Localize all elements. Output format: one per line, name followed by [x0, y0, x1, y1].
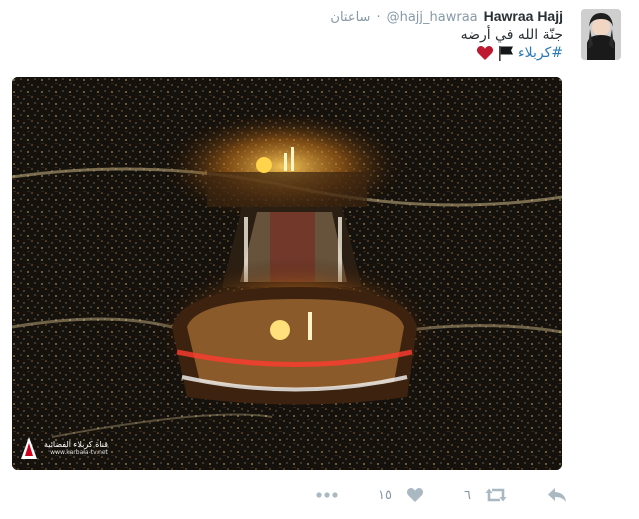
like-count: ١٥: [378, 487, 393, 503]
reply-action[interactable]: [547, 487, 567, 503]
channel-logo-icon: [21, 437, 37, 459]
tweet-media-photo[interactable]: قناة كربلاء الفضائية www.karbala-tv.net: [12, 77, 562, 470]
watermark-url: www.karbala-tv.net: [50, 449, 108, 456]
heart-icon[interactable]: [406, 487, 424, 503]
hashtag-link[interactable]: #كربلاء: [518, 45, 563, 61]
red-heart-icon: [476, 45, 494, 61]
avatar[interactable]: [581, 9, 621, 60]
tweet-text-line2: #كربلاء: [476, 45, 563, 61]
user-fullname[interactable]: Hawraa Hajj: [484, 8, 563, 24]
tweet: Hawraa Hajj @hajj_hawraa · ساعتان جنّة ا…: [0, 0, 639, 519]
tweet-timestamp[interactable]: ساعتان: [330, 10, 370, 25]
like-action[interactable]: ١٥: [378, 487, 424, 503]
watermark-title: قناة كربلاء الفضائية: [44, 440, 108, 449]
separator: ·: [376, 10, 381, 25]
tweet-header: Hawraa Hajj @hajj_hawraa · ساعتان: [330, 8, 563, 25]
retweet-action[interactable]: ٦: [464, 487, 507, 503]
media-watermark: قناة كربلاء الفضائية www.karbala-tv.net: [18, 436, 108, 460]
user-username[interactable]: @hajj_hawraa: [387, 10, 478, 25]
tweet-text: جنّة الله في أرضه: [460, 27, 563, 43]
more-action[interactable]: [316, 491, 338, 499]
retweet-icon[interactable]: [485, 487, 507, 503]
reply-icon[interactable]: [547, 487, 567, 503]
more-options-icon[interactable]: [316, 491, 338, 499]
tweet-actions: ٦ ١٥: [276, 483, 567, 507]
black-flag-icon: [497, 45, 515, 61]
retweet-count: ٦: [464, 487, 471, 503]
